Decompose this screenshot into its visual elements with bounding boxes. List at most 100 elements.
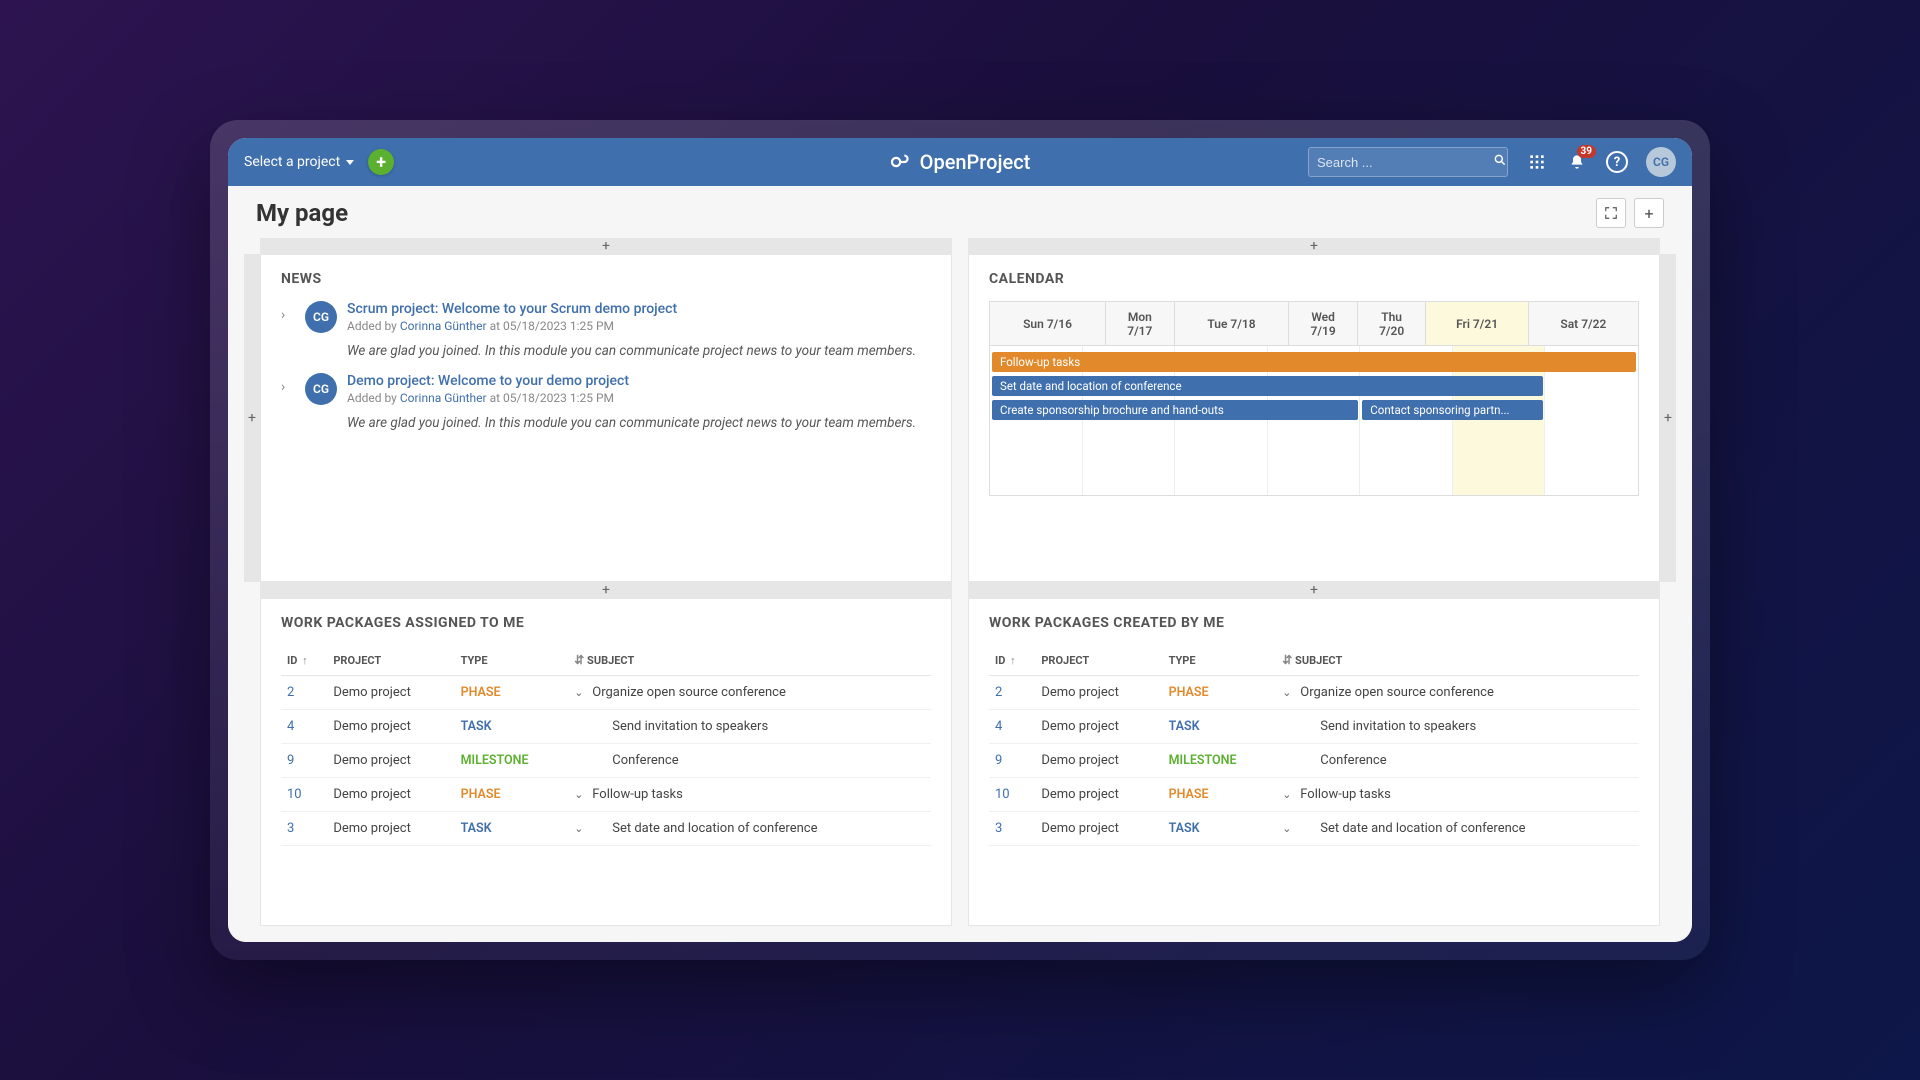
news-link[interactable]: Demo project: Welcome to your demo proje… (347, 373, 931, 389)
cell-id: 3 (989, 812, 1035, 846)
table-row[interactable]: 10Demo projectPHASE⌄Follow-up tasks (989, 778, 1639, 812)
wp-id-link[interactable]: 9 (287, 753, 294, 768)
cell-subject: ⌄ Follow-up tasks (1276, 778, 1639, 812)
wp-subject[interactable]: Send invitation to speakers (612, 719, 768, 734)
wp-subject[interactable]: Follow-up tasks (1300, 787, 1391, 802)
col-project[interactable]: PROJECT (1035, 645, 1162, 676)
search-box[interactable] (1308, 147, 1508, 177)
calendar-event[interactable]: Create sponsorship brochure and hand-out… (992, 400, 1358, 420)
calendar-body: Follow-up tasks Set date and location of … (989, 346, 1639, 496)
help-icon[interactable]: ? (1606, 151, 1628, 173)
wp-id-link[interactable]: 10 (995, 787, 1010, 802)
wp-subject[interactable]: Follow-up tasks (592, 787, 683, 802)
calendar-day-header[interactable]: Fri 7/21 (1426, 302, 1528, 346)
wp-id-link[interactable]: 2 (287, 685, 294, 700)
sort-asc-icon: ↑ (299, 654, 307, 667)
cell-type: PHASE (455, 778, 569, 812)
wp-subject[interactable]: Set date and location of conference (612, 821, 817, 836)
calendar-day-header[interactable]: Sat 7/22 (1528, 302, 1638, 346)
col-type[interactable]: TYPE (1163, 645, 1277, 676)
calendar-day-header[interactable]: Tue 7/18 (1174, 302, 1289, 346)
news-description: We are glad you joined. In this module y… (347, 413, 931, 433)
table-row[interactable]: 9Demo projectMILESTONEConference (281, 744, 931, 778)
apps-icon[interactable] (1526, 151, 1548, 173)
wp-id-link[interactable]: 2 (995, 685, 1002, 700)
expand-icon[interactable]: › (281, 307, 295, 361)
wp-id-link[interactable]: 10 (287, 787, 302, 802)
widget-calendar: CALENDAR Sun 7/16Mon7/17Tue 7/18Wed7/19T… (968, 254, 1660, 582)
wp-subject[interactable]: Conference (1320, 753, 1386, 768)
news-description: We are glad you joined. In this module y… (347, 341, 931, 361)
wp-id-link[interactable]: 4 (995, 719, 1002, 734)
add-slot-mid-left[interactable]: + (260, 582, 952, 598)
cell-type: PHASE (1163, 778, 1277, 812)
add-slot-right[interactable]: + (1660, 254, 1676, 582)
calendar-event[interactable]: Contact sponsoring partn... (1362, 400, 1543, 420)
table-row[interactable]: 3Demo projectTASK⌄Set date and location … (989, 812, 1639, 846)
wp-id-link[interactable]: 3 (995, 821, 1002, 836)
author-link[interactable]: Corinna Günther (400, 391, 487, 405)
expand-icon[interactable]: › (281, 379, 295, 433)
calendar-event[interactable]: Follow-up tasks (992, 352, 1636, 372)
add-slot-left[interactable]: + (244, 254, 260, 582)
cell-subject: ⌄ Organize open source conference (1276, 676, 1639, 710)
news-link[interactable]: Scrum project: Welcome to your Scrum dem… (347, 301, 931, 317)
calendar-day-header[interactable]: Sun 7/16 (990, 302, 1106, 346)
collapse-icon[interactable]: ⌄ (1282, 822, 1294, 835)
calendar-day-header[interactable]: Thu7/20 (1357, 302, 1426, 346)
table-row[interactable]: 4Demo projectTASKSend invitation to spea… (989, 710, 1639, 744)
wp-subject[interactable]: Set date and location of conference (1320, 821, 1525, 836)
calendar-day-header[interactable]: Wed7/19 (1289, 302, 1358, 346)
project-selector[interactable]: Select a project (244, 154, 354, 170)
add-slot-top-right[interactable]: + (968, 238, 1660, 254)
wp-subject[interactable]: Send invitation to speakers (1320, 719, 1476, 734)
search-icon[interactable] (1493, 153, 1507, 171)
collapse-icon[interactable]: ⌄ (574, 822, 586, 835)
table-row[interactable]: 2Demo projectPHASE⌄Organize open source … (989, 676, 1639, 710)
col-subject[interactable]: ⇵ SUBJECT (1276, 645, 1639, 676)
cell-type: TASK (1163, 710, 1277, 744)
wp-id-link[interactable]: 9 (995, 753, 1002, 768)
wp-subject[interactable]: Conference (612, 753, 678, 768)
chevron-down-icon (346, 160, 354, 165)
col-project[interactable]: PROJECT (327, 645, 454, 676)
author-link[interactable]: Corinna Günther (400, 319, 487, 333)
cell-project: Demo project (327, 778, 454, 812)
collapse-icon[interactable]: ⌄ (574, 686, 586, 699)
calendar-day-header[interactable]: Mon7/17 (1106, 302, 1175, 346)
table-row[interactable]: 4Demo projectTASKSend invitation to spea… (281, 710, 931, 744)
add-widget-button[interactable]: + (1634, 198, 1664, 228)
add-button[interactable]: + (368, 149, 394, 175)
table-row[interactable]: 10 Demo projectPHASE ⌄ Follow-up tasks (281, 778, 931, 812)
table-row[interactable]: 3Demo projectTASK⌄Set date and location … (281, 812, 931, 846)
add-slot-top-left[interactable]: + (260, 238, 952, 254)
notifications-icon[interactable]: 39 (1566, 151, 1588, 173)
dashboard-grid: + + + NEWS › CG Scrum project: Welcome to … (228, 238, 1692, 942)
col-id[interactable]: ID ↑ (989, 645, 1035, 676)
table-row[interactable]: 2Demo projectPHASE⌄Organize open source … (281, 676, 931, 710)
collapse-icon[interactable]: ⌄ (1282, 788, 1294, 801)
widget-news-title: NEWS (281, 271, 931, 287)
col-subject[interactable]: ⇵ SUBJECT (568, 645, 931, 676)
table-row[interactable]: 9Demo projectMILESTONEConference (989, 744, 1639, 778)
fullscreen-button[interactable] (1596, 198, 1626, 228)
cell-project: Demo project (327, 744, 454, 778)
user-avatar[interactable]: CG (1646, 147, 1676, 177)
col-id[interactable]: ID ↑ (281, 645, 327, 676)
page-title: My page (256, 199, 348, 227)
search-input[interactable] (1317, 155, 1493, 170)
collapse-icon[interactable]: ⌄ (1282, 686, 1294, 699)
cell-id: 2 (281, 676, 327, 710)
wp-id-link[interactable]: 3 (287, 821, 294, 836)
created-table: ID ↑ PROJECT TYPE ⇵ SUBJECT 2Demo projec… (989, 645, 1639, 846)
cell-type: MILESTONE (1163, 744, 1277, 778)
cell-id: 9 (281, 744, 327, 778)
col-type[interactable]: TYPE (455, 645, 569, 676)
author-avatar: CG (305, 301, 337, 333)
add-slot-mid-right[interactable]: + (968, 582, 1660, 598)
wp-id-link[interactable]: 4 (287, 719, 294, 734)
wp-subject[interactable]: Organize open source conference (592, 685, 786, 700)
calendar-event[interactable]: Set date and location of conference (992, 376, 1543, 396)
collapse-icon[interactable]: ⌄ (574, 788, 586, 801)
wp-subject[interactable]: Organize open source conference (1300, 685, 1494, 700)
